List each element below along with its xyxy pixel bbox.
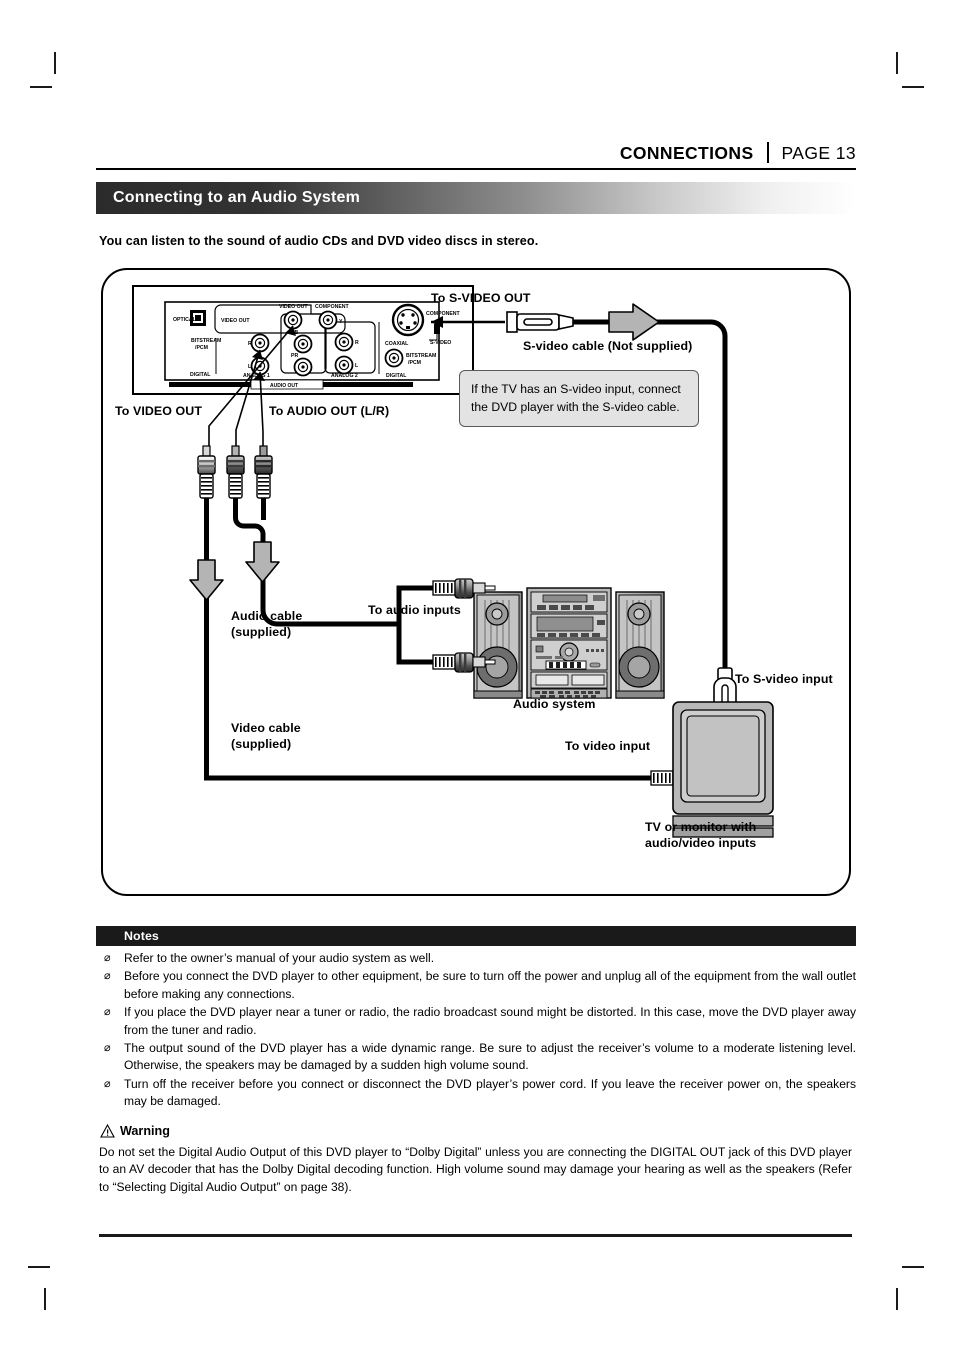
crop-mark-bottom-left-vertical	[44, 1288, 46, 1310]
note-item: ⌀ Before you connect the DVD player to o…	[100, 968, 856, 1003]
warning-heading: Warning	[120, 1124, 170, 1138]
crop-mark-top-left-vertical	[54, 52, 56, 74]
section-title-text: Connecting to an Audio System	[113, 189, 360, 206]
svg-text:/PCM: /PCM	[195, 345, 208, 351]
svg-text:PB: PB	[291, 330, 298, 336]
label-tv-monitor: TV or monitor with audio/video inputs	[645, 820, 757, 850]
label-to-video-input: To video input	[565, 739, 651, 753]
svg-text:COMPONENT: COMPONENT	[315, 304, 350, 310]
svg-text:S-VIDEO: S-VIDEO	[430, 340, 451, 346]
svg-text:ANALOG 2: ANALOG 2	[331, 373, 358, 379]
svg-text:ANALOG 1: ANALOG 1	[243, 373, 270, 379]
warning-triangle-icon	[100, 1124, 115, 1138]
svg-text:DIGITAL: DIGITAL	[386, 373, 407, 379]
header-page-number: PAGE 13	[781, 143, 856, 163]
crop-mark-bottom-left-horizontal	[28, 1266, 50, 1268]
note-text: Refer to the owner’s manual of your audi…	[124, 951, 435, 965]
note-bullet-icon: ⌀	[104, 1077, 111, 1090]
diagram-graphics: OPTICAL VIDEO OUT VIDEO OUT COMPONENT Y …	[132, 285, 774, 838]
note-text: Turn off the receiver before you connect…	[124, 1076, 856, 1109]
label-audio-cable: Audio cable (supplied)	[231, 609, 303, 639]
svg-text:VIDEO OUT: VIDEO OUT	[221, 318, 250, 324]
crop-mark-top-right-vertical	[896, 52, 898, 74]
svg-text:DIGITAL: DIGITAL	[190, 372, 211, 378]
notes-list: ⌀ Refer to the owner’s manual of your au…	[100, 950, 856, 1112]
svg-text:L: L	[248, 364, 252, 370]
svg-text:R: R	[355, 340, 359, 346]
note-text: Before you connect the DVD player to oth…	[124, 969, 856, 1001]
note-item: ⌀ Refer to the owner’s manual of your au…	[100, 950, 856, 967]
warning-body: Do not set the Digital Audio Output of t…	[99, 1145, 852, 1194]
note-bullet-icon: ⌀	[104, 952, 111, 964]
notes-header-bar: Notes	[96, 926, 856, 946]
label-to-video-out: To VIDEO OUT	[115, 404, 203, 418]
svideo-tip-box: If the TV has an S-video input, connect …	[459, 370, 699, 427]
crop-mark-top-right-horizontal	[902, 86, 924, 88]
crop-mark-top-left-horizontal	[30, 86, 52, 88]
intro-paragraph: You can listen to the sound of audio CDs…	[99, 234, 539, 248]
section-title-bar: Connecting to an Audio System	[96, 182, 856, 214]
note-item: ⌀ Turn off the receiver before you conne…	[100, 1076, 856, 1111]
header-section-title: CONNECTIONS	[619, 143, 754, 163]
warning-heading-row: Warning	[100, 1124, 170, 1138]
svg-text:Y: Y	[339, 319, 343, 325]
svg-text:COAXIAL: COAXIAL	[385, 341, 409, 347]
label-to-svideo-input: To S-video input	[735, 672, 833, 686]
label-video-cable: Video cable (supplied)	[231, 721, 301, 751]
svg-text:/PCM: /PCM	[408, 360, 421, 366]
notes-heading: Notes	[124, 929, 159, 943]
svg-text:PR: PR	[291, 353, 298, 359]
svg-text:BITSTREAM: BITSTREAM	[406, 353, 436, 359]
note-text: If you place the DVD player near a tuner…	[124, 1005, 856, 1037]
svg-text:AUDIO OUT: AUDIO OUT	[270, 383, 298, 389]
crop-mark-bottom-right-horizontal	[902, 1266, 924, 1268]
note-item: ⌀ The output sound of the DVD player has…	[100, 1040, 856, 1075]
svg-text:COMPONENT: COMPONENT	[426, 311, 461, 317]
connection-diagram: OPTICAL VIDEO OUT VIDEO OUT COMPONENT Y …	[101, 268, 851, 896]
crop-mark-bottom-right-vertical	[896, 1288, 898, 1310]
note-bullet-icon: ⌀	[104, 970, 111, 983]
svg-text:BITSTREAM: BITSTREAM	[191, 338, 221, 344]
label-to-svideo-out: To S-VIDEO OUT	[431, 291, 531, 305]
label-to-audio-inputs: To audio inputs	[368, 603, 461, 617]
label-audio-system: Audio system	[513, 697, 596, 711]
page-header: CONNECTIONS PAGE 13	[96, 134, 856, 164]
note-text: The output sound of the DVD player has a…	[124, 1041, 856, 1073]
svg-text:OPTICAL: OPTICAL	[173, 317, 197, 323]
svg-text:VIDEO OUT: VIDEO OUT	[279, 304, 308, 310]
svg-text:L: L	[355, 363, 359, 369]
note-bullet-icon: ⌀	[104, 1042, 111, 1055]
label-svideo-cable: S-video cable (Not supplied)	[523, 339, 693, 353]
header-divider	[766, 142, 769, 163]
footer-rule	[99, 1234, 852, 1237]
note-bullet-icon: ⌀	[104, 1006, 111, 1019]
note-item: ⌀ If you place the DVD player near a tun…	[100, 1004, 856, 1039]
svg-text:R: R	[248, 341, 252, 347]
header-rule	[96, 168, 856, 170]
label-to-audio-out: To AUDIO OUT (L/R)	[269, 404, 390, 418]
